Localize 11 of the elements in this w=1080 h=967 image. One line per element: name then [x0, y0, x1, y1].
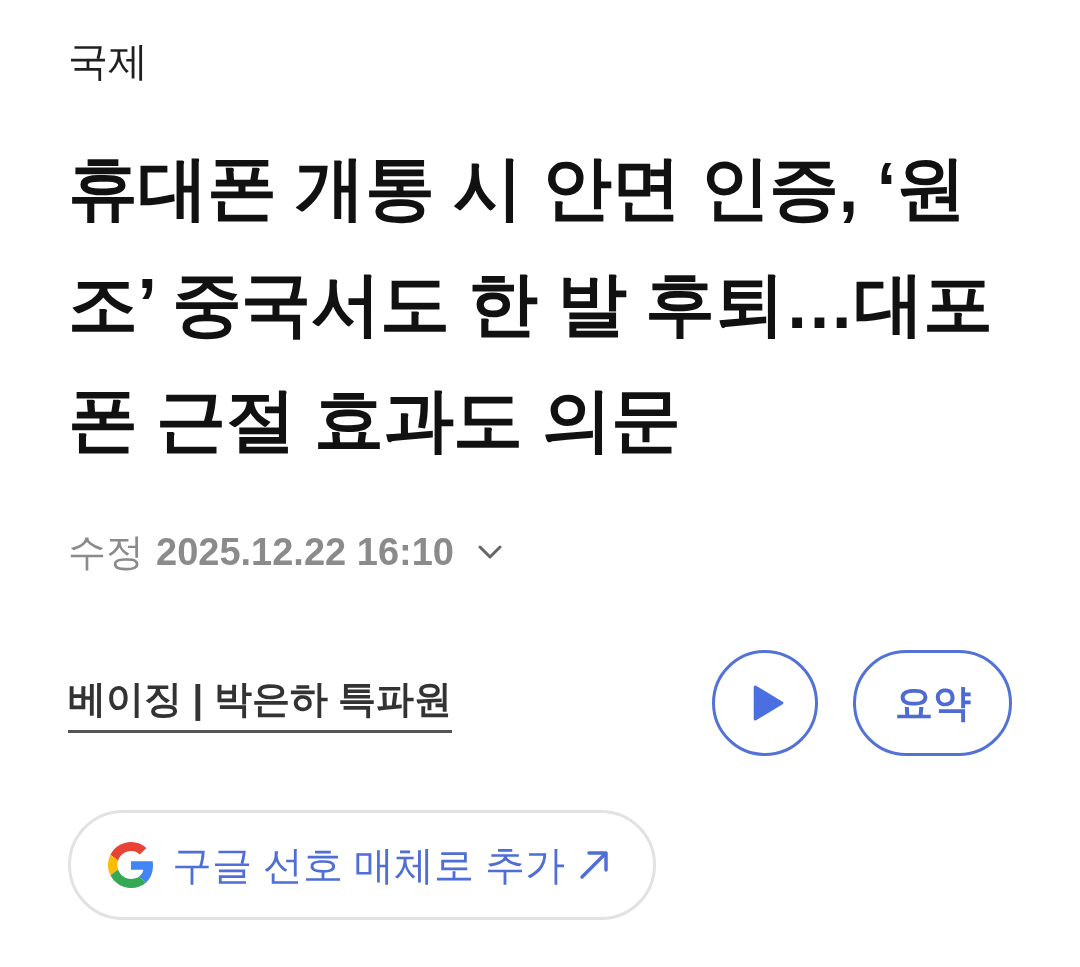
arrow-up-right-icon: [579, 850, 610, 880]
byline-link[interactable]: 베이징 | 박은하 특파원: [68, 673, 453, 733]
modified-datetime: 2025.12.22 16:10: [156, 530, 454, 575]
category-label: 국제: [68, 38, 149, 85]
article-headline: 휴대폰 개통 시 안면 인증, ‘원조’ 중국서도 한 발 후퇴…대포폰 근절 효과도 의문: [68, 148, 994, 461]
modified-label: 수정: [68, 530, 144, 575]
add-preferred-source-button[interactable]: 구글 선호 매체로 추가: [68, 810, 656, 920]
summary-button[interactable]: 요약: [853, 650, 1012, 756]
play-icon: [752, 685, 784, 721]
g-logo-icon: [108, 842, 154, 888]
chevron-down-icon[interactable]: [477, 545, 502, 559]
